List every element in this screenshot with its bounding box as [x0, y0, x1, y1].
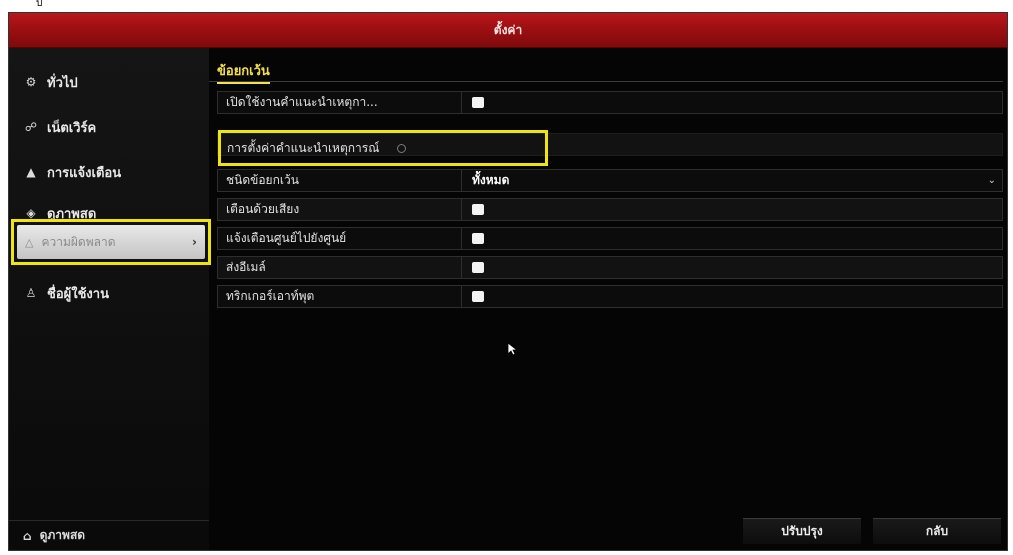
sidebar-item-exception[interactable]: △ ความผิดพลาด ›: [11, 219, 211, 265]
audible-warning-checkbox[interactable]: [472, 204, 484, 215]
row-audible-warning: เตือนด้วยเสียง: [217, 198, 1003, 221]
sidebar-item-alarm[interactable]: ▲ การแจ้งเตือน: [23, 158, 121, 186]
apply-button[interactable]: ปรับปรุง: [743, 518, 861, 544]
user-icon: ♙: [25, 286, 37, 300]
sidebar-item-user[interactable]: ♙ ชื่อผู้ใช้งาน: [23, 279, 109, 307]
footer-label: ดูภาพสด: [39, 528, 86, 542]
sidebar-item-general[interactable]: ⚙ ทั่วไป: [23, 68, 78, 96]
highlight-event-hint-settings[interactable]: การตั้งค่าคำแนะนำเหตุการณ์: [218, 130, 548, 166]
row-label: แจ้งเตือนศูนย์ไปยังศูนย์: [218, 228, 462, 249]
live-view-footer-button[interactable]: ⌂ ดูภาพสด: [9, 520, 209, 550]
send-email-checkbox[interactable]: [472, 262, 484, 273]
row-label: เปิดใช้งานคำแนะนำเหตุกา...: [218, 92, 462, 113]
sidebar-item-label: การแจ้งเตือน: [47, 165, 122, 181]
tab-divider: [209, 81, 1003, 82]
sidebar: ⚙ ทั่วไป ☍ เน็ตเวิร์ค ▲ การแจ้งเตือน ◈ ด…: [9, 48, 211, 550]
sidebar-item-label: ชื่อผู้ใช้งาน: [47, 286, 109, 302]
row-label: ชนิดข้อยกเว้น: [218, 170, 462, 191]
row-label: ทริกเกอร์เอาท์พุต: [218, 286, 462, 307]
sidebar-item-network[interactable]: ☍ เน็ตเวิร์ค: [23, 113, 96, 141]
eye-icon: ◈: [26, 206, 36, 220]
home-icon: ⌂: [23, 528, 32, 543]
row-trigger-output: ทริกเกอร์เอาท์พุต: [217, 285, 1003, 308]
chevron-right-icon: ›: [192, 235, 197, 249]
row-label: เตือนด้วยเสียง: [218, 199, 462, 220]
sidebar-item-exception-button[interactable]: △ ความผิดพลาด ›: [17, 225, 205, 259]
network-icon: ☍: [24, 120, 38, 134]
sidebar-item-label: ความผิดพลาด: [41, 234, 116, 249]
row-label: ส่งอีเมล์: [218, 257, 462, 278]
window-title: ตั้งค่า: [493, 22, 523, 37]
event-hint-settings-radio[interactable]: [397, 143, 407, 153]
back-button[interactable]: กลับ: [873, 518, 1001, 544]
row-label: การตั้งค่าคำแนะนำเหตุการณ์: [227, 140, 380, 155]
chevron-down-icon: ⌄: [987, 175, 996, 186]
exception-type-dropdown[interactable]: ทั้งหมด ⌄: [462, 170, 1002, 191]
dropdown-value: ทั้งหมด: [472, 173, 510, 187]
warning-icon: △: [25, 235, 34, 249]
gear-icon: ⚙: [25, 75, 37, 89]
enable-event-hint-checkbox[interactable]: [472, 97, 484, 108]
main-content: ข้อยกเว้น เปิดใช้งานคำแนะนำเหตุกา... การ…: [209, 48, 1007, 550]
row-exception-type: ชนิดข้อยกเว้น ทั้งหมด ⌄: [217, 169, 1003, 192]
top-corner-mark: ป: [36, 0, 43, 9]
mouse-cursor-icon: [507, 342, 519, 356]
title-bar: ตั้งค่า: [9, 13, 1007, 48]
bell-icon: ▲: [26, 165, 36, 179]
trigger-output-checkbox[interactable]: [472, 291, 484, 302]
settings-window: ตั้งค่า ⚙ ทั่วไป ☍ เน็ตเวิร์ค ▲ การแจ้งเ…: [8, 12, 1008, 551]
row-send-email: ส่งอีเมล์: [217, 256, 1003, 279]
sidebar-item-label: เน็ตเวิร์ค: [47, 120, 97, 136]
sidebar-item-label: ทั่วไป: [47, 75, 78, 91]
notify-center-checkbox[interactable]: [472, 233, 484, 244]
row-notify-center: แจ้งเตือนศูนย์ไปยังศูนย์: [217, 227, 1003, 250]
row-enable-event-hint: เปิดใช้งานคำแนะนำเหตุกา...: [217, 91, 1003, 114]
